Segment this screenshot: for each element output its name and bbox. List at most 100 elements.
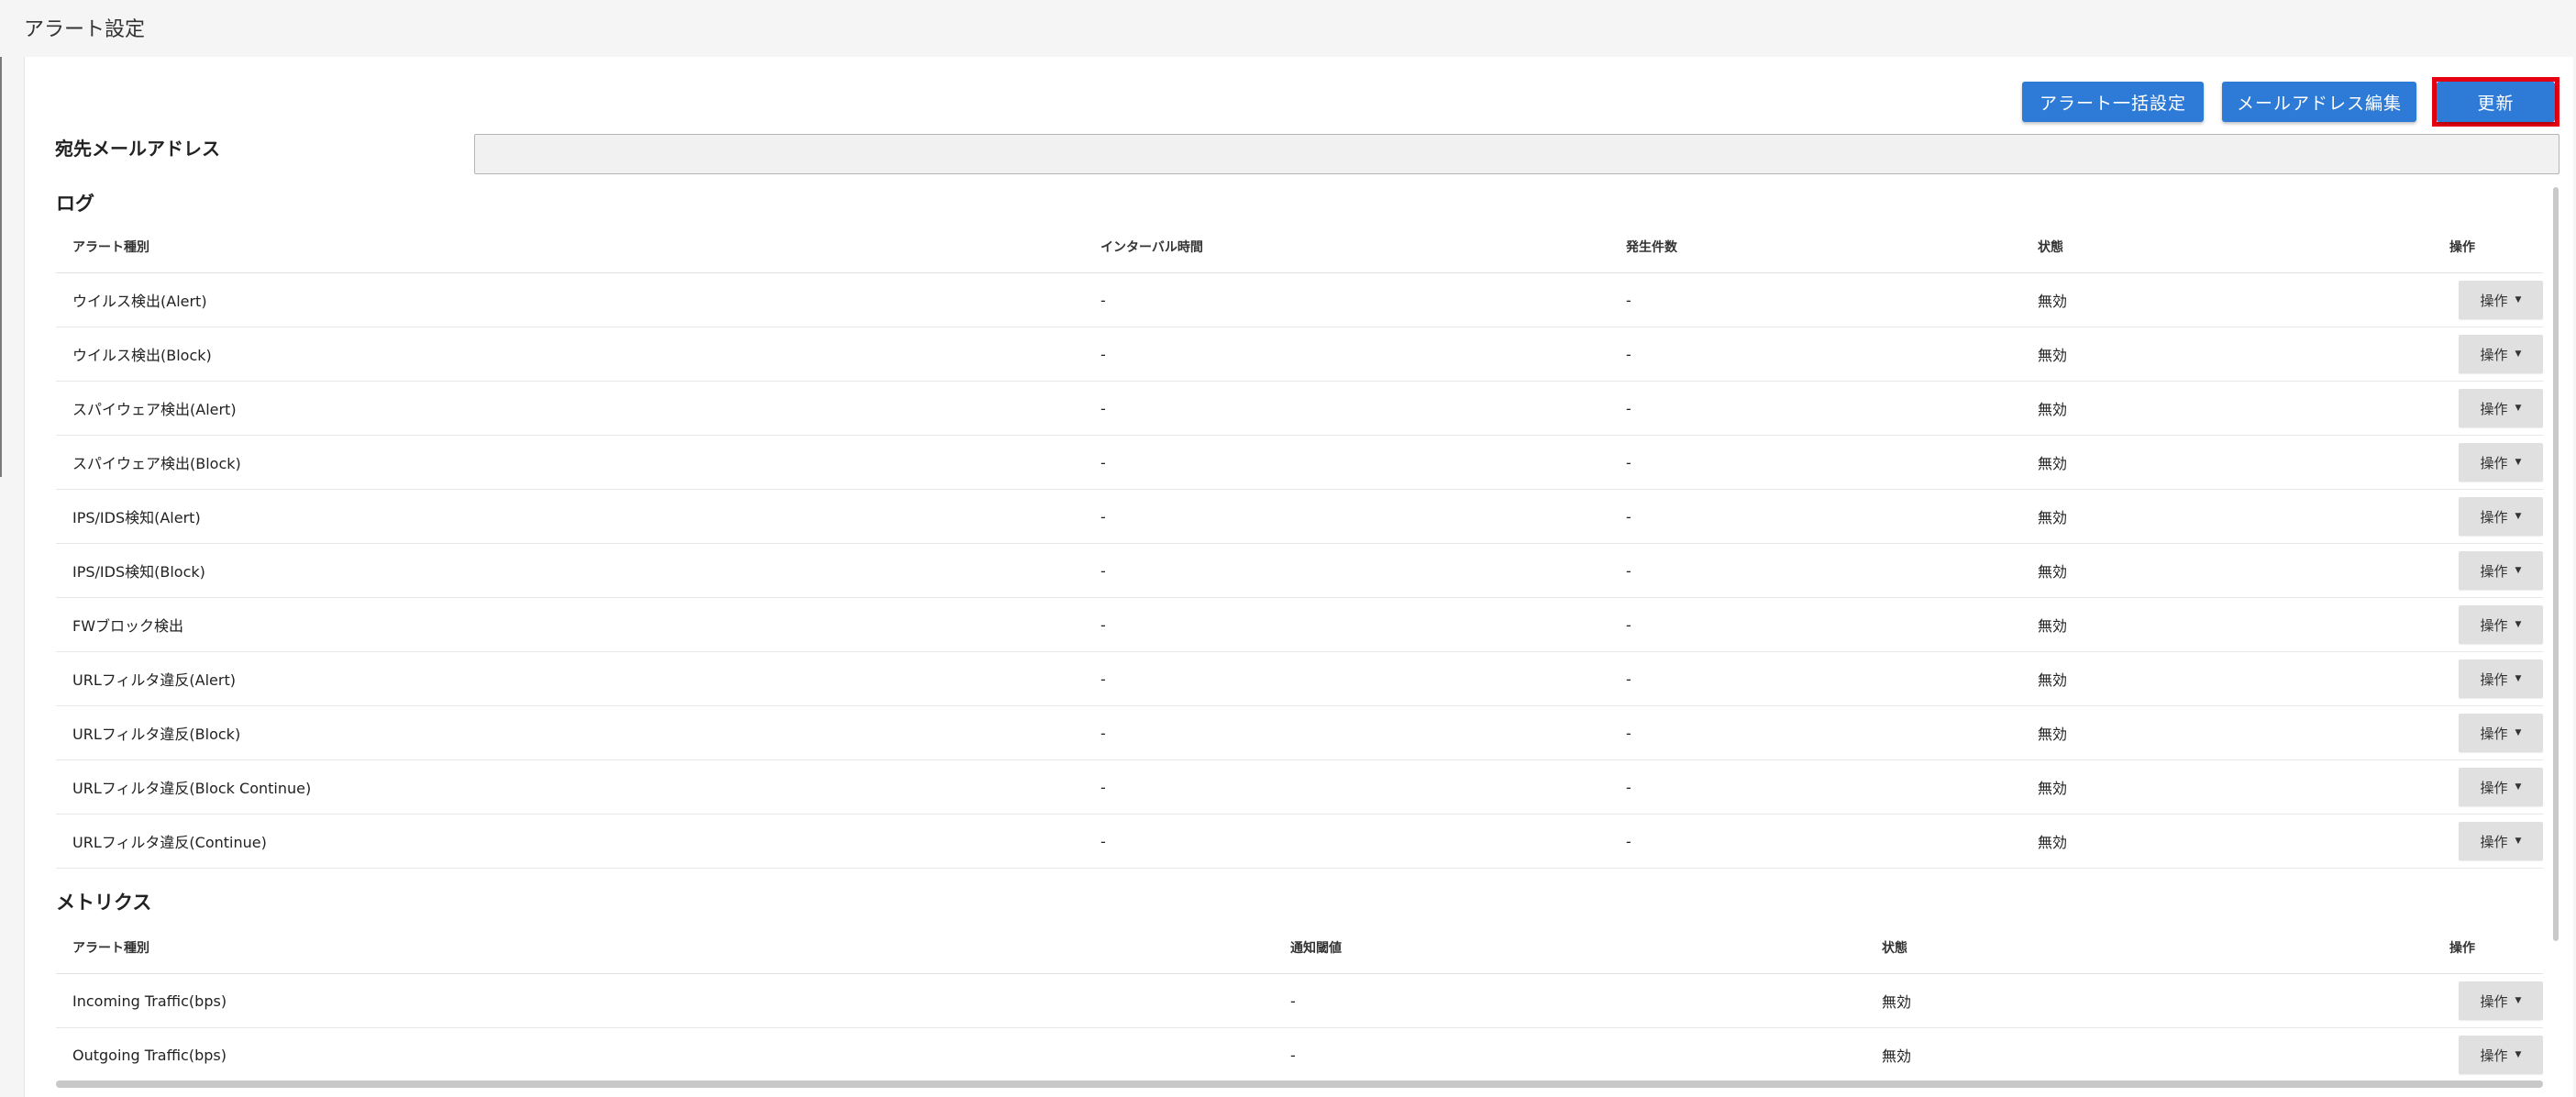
table-row: URLフィルタ違反(Alert) - - 無効 操作 ▼: [56, 652, 2543, 706]
column-header-interval: インターバル時間: [1100, 239, 1203, 255]
action-label: 操作: [2480, 400, 2508, 417]
caret-down-icon: ▼: [2515, 295, 2522, 305]
table-header-row: アラート種別 通知閾値 状態 操作: [56, 921, 2543, 974]
table-row: ウイルス検出(Block) - - 無効 操作 ▼: [56, 327, 2543, 382]
interval-cell: -: [1100, 832, 1106, 850]
caret-down-icon: ▼: [2515, 620, 2522, 629]
interval-cell: -: [1100, 399, 1106, 417]
caret-down-icon: ▼: [2515, 1050, 2522, 1059]
row-action-dropdown-button[interactable]: 操作 ▼: [2459, 714, 2543, 752]
alert-type-cell: Outgoing Traffic(bps): [72, 1046, 227, 1064]
row-action-dropdown-button[interactable]: 操作 ▼: [2459, 605, 2543, 644]
alert-type-cell: スパイウェア検出(Block): [72, 455, 241, 472]
interval-cell: -: [1100, 670, 1106, 688]
action-label: 操作: [2480, 992, 2508, 1010]
count-cell: -: [1626, 670, 1631, 688]
row-action-dropdown-button[interactable]: 操作 ▼: [2459, 497, 2543, 536]
metrics-alert-table: アラート種別 通知閾値 状態 操作 Incoming Traffic(bps) -…: [56, 921, 2543, 1082]
alert-type-cell: IPS/IDS検知(Alert): [72, 509, 201, 526]
column-header-alert-type: アラート種別: [72, 239, 149, 255]
action-label: 操作: [2480, 1047, 2508, 1064]
horizontal-scrollbar-thumb[interactable]: [56, 1080, 2543, 1088]
action-label: 操作: [2480, 292, 2508, 309]
log-section-title: ログ: [56, 193, 94, 215]
alert-type-cell: URLフィルタ違反(Block): [72, 726, 241, 743]
table-row: IPS/IDS検知(Alert) - - 無効 操作 ▼: [56, 490, 2543, 544]
caret-down-icon: ▼: [2515, 458, 2522, 467]
count-cell: -: [1626, 778, 1631, 796]
edit-mail-address-button[interactable]: メールアドレス編集: [2222, 82, 2416, 122]
table-row: URLフィルタ違反(Block Continue) - - 無効 操作 ▼: [56, 760, 2543, 814]
table-row: Incoming Traffic(bps) - 無効 操作 ▼: [56, 974, 2543, 1028]
count-cell: -: [1626, 561, 1631, 580]
status-cell: 無効: [2038, 671, 2068, 689]
row-action-dropdown-button[interactable]: 操作 ▼: [2459, 443, 2543, 482]
table-row: IPS/IDS検知(Block) - - 無効 操作 ▼: [56, 544, 2543, 598]
alert-type-cell: URLフィルタ違反(Alert): [72, 671, 236, 689]
caret-down-icon: ▼: [2515, 996, 2522, 1005]
row-action-dropdown-button[interactable]: 操作 ▼: [2459, 551, 2543, 590]
bulk-alert-settings-button[interactable]: アラート一括設定: [2022, 82, 2204, 122]
log-table-body: ウイルス検出(Alert) - - 無効 操作 ▼ ウイルス検出(Block) - - 無効 操作 ▼…: [56, 273, 2543, 869]
column-header-alert-type: アラート種別: [72, 940, 149, 956]
interval-cell: -: [1100, 561, 1106, 580]
status-cell: 無効: [1882, 1047, 1912, 1065]
row-action-dropdown-button[interactable]: 操作 ▼: [2459, 768, 2543, 806]
vertical-scrollbar-thumb[interactable]: [2553, 187, 2559, 941]
status-cell: 無効: [2038, 455, 2068, 472]
alert-type-cell: ウイルス検出(Alert): [72, 293, 207, 310]
row-action-dropdown-button[interactable]: 操作 ▼: [2459, 389, 2543, 427]
count-cell: -: [1626, 399, 1631, 417]
action-label: 操作: [2480, 670, 2508, 688]
interval-cell: -: [1100, 507, 1106, 526]
interval-cell: -: [1100, 615, 1106, 634]
update-button[interactable]: 更新: [2437, 82, 2555, 122]
caret-down-icon: ▼: [2515, 349, 2522, 359]
alert-type-cell: ウイルス検出(Block): [72, 347, 212, 364]
row-action-dropdown-button[interactable]: 操作 ▼: [2459, 981, 2543, 1020]
mail-address-field[interactable]: [474, 134, 2559, 174]
action-label: 操作: [2480, 833, 2508, 850]
action-label: 操作: [2480, 616, 2508, 634]
caret-down-icon: ▼: [2515, 566, 2522, 575]
table-row: URLフィルタ違反(Continue) - - 無効 操作 ▼: [56, 814, 2543, 869]
status-cell: 無効: [2038, 617, 2068, 635]
alert-settings-panel: アラート一括設定 メールアドレス編集 更新 宛先メールアドレス ログ アラート種…: [24, 57, 2573, 1097]
alert-type-cell: スパイウェア検出(Alert): [72, 401, 237, 418]
table-row: FWブロック検出 - - 無効 操作 ▼: [56, 598, 2543, 652]
alert-type-cell: IPS/IDS検知(Block): [72, 563, 205, 581]
count-cell: -: [1626, 345, 1631, 363]
table-row: スパイウェア検出(Block) - - 無効 操作 ▼: [56, 436, 2543, 490]
caret-down-icon: ▼: [2515, 728, 2522, 737]
row-action-dropdown-button[interactable]: 操作 ▼: [2459, 822, 2543, 860]
mail-address-label: 宛先メールアドレス: [55, 138, 220, 160]
row-action-dropdown-button[interactable]: 操作 ▼: [2459, 335, 2543, 373]
status-cell: 無効: [2038, 293, 2068, 310]
table-row: スパイウェア検出(Alert) - - 無効 操作 ▼: [56, 382, 2543, 436]
caret-down-icon: ▼: [2515, 674, 2522, 683]
caret-down-icon: ▼: [2515, 782, 2522, 792]
metrics-table-body: Incoming Traffic(bps) - 無効 操作 ▼ Outgoing Traf…: [56, 974, 2543, 1082]
action-label: 操作: [2480, 508, 2508, 526]
caret-down-icon: ▼: [2515, 404, 2522, 413]
row-action-dropdown-button[interactable]: 操作 ▼: [2459, 659, 2543, 698]
alert-type-cell: Incoming Traffic(bps): [72, 992, 227, 1010]
action-label: 操作: [2480, 779, 2508, 796]
count-cell: -: [1626, 453, 1631, 471]
status-cell: 無効: [2038, 726, 2068, 743]
count-cell: -: [1626, 615, 1631, 634]
interval-cell: -: [1100, 345, 1106, 363]
row-action-dropdown-button[interactable]: 操作 ▼: [2459, 281, 2543, 319]
action-label: 操作: [2480, 454, 2508, 471]
interval-cell: -: [1100, 778, 1106, 796]
count-cell: -: [1626, 832, 1631, 850]
column-header-action: 操作: [2449, 239, 2475, 255]
column-header-threshold: 通知閾値: [1290, 940, 1342, 956]
alert-type-cell: URLフィルタ違反(Continue): [72, 834, 267, 851]
count-cell: -: [1626, 724, 1631, 742]
row-action-dropdown-button[interactable]: 操作 ▼: [2459, 1036, 2543, 1074]
table-row: Outgoing Traffic(bps) - 無効 操作 ▼: [56, 1028, 2543, 1082]
column-header-action: 操作: [2449, 940, 2475, 956]
log-alert-table: アラート種別 インターバル時間 発生件数 状態 操作 ウイルス検出(Alert)…: [56, 220, 2543, 869]
count-cell: -: [1626, 291, 1631, 309]
